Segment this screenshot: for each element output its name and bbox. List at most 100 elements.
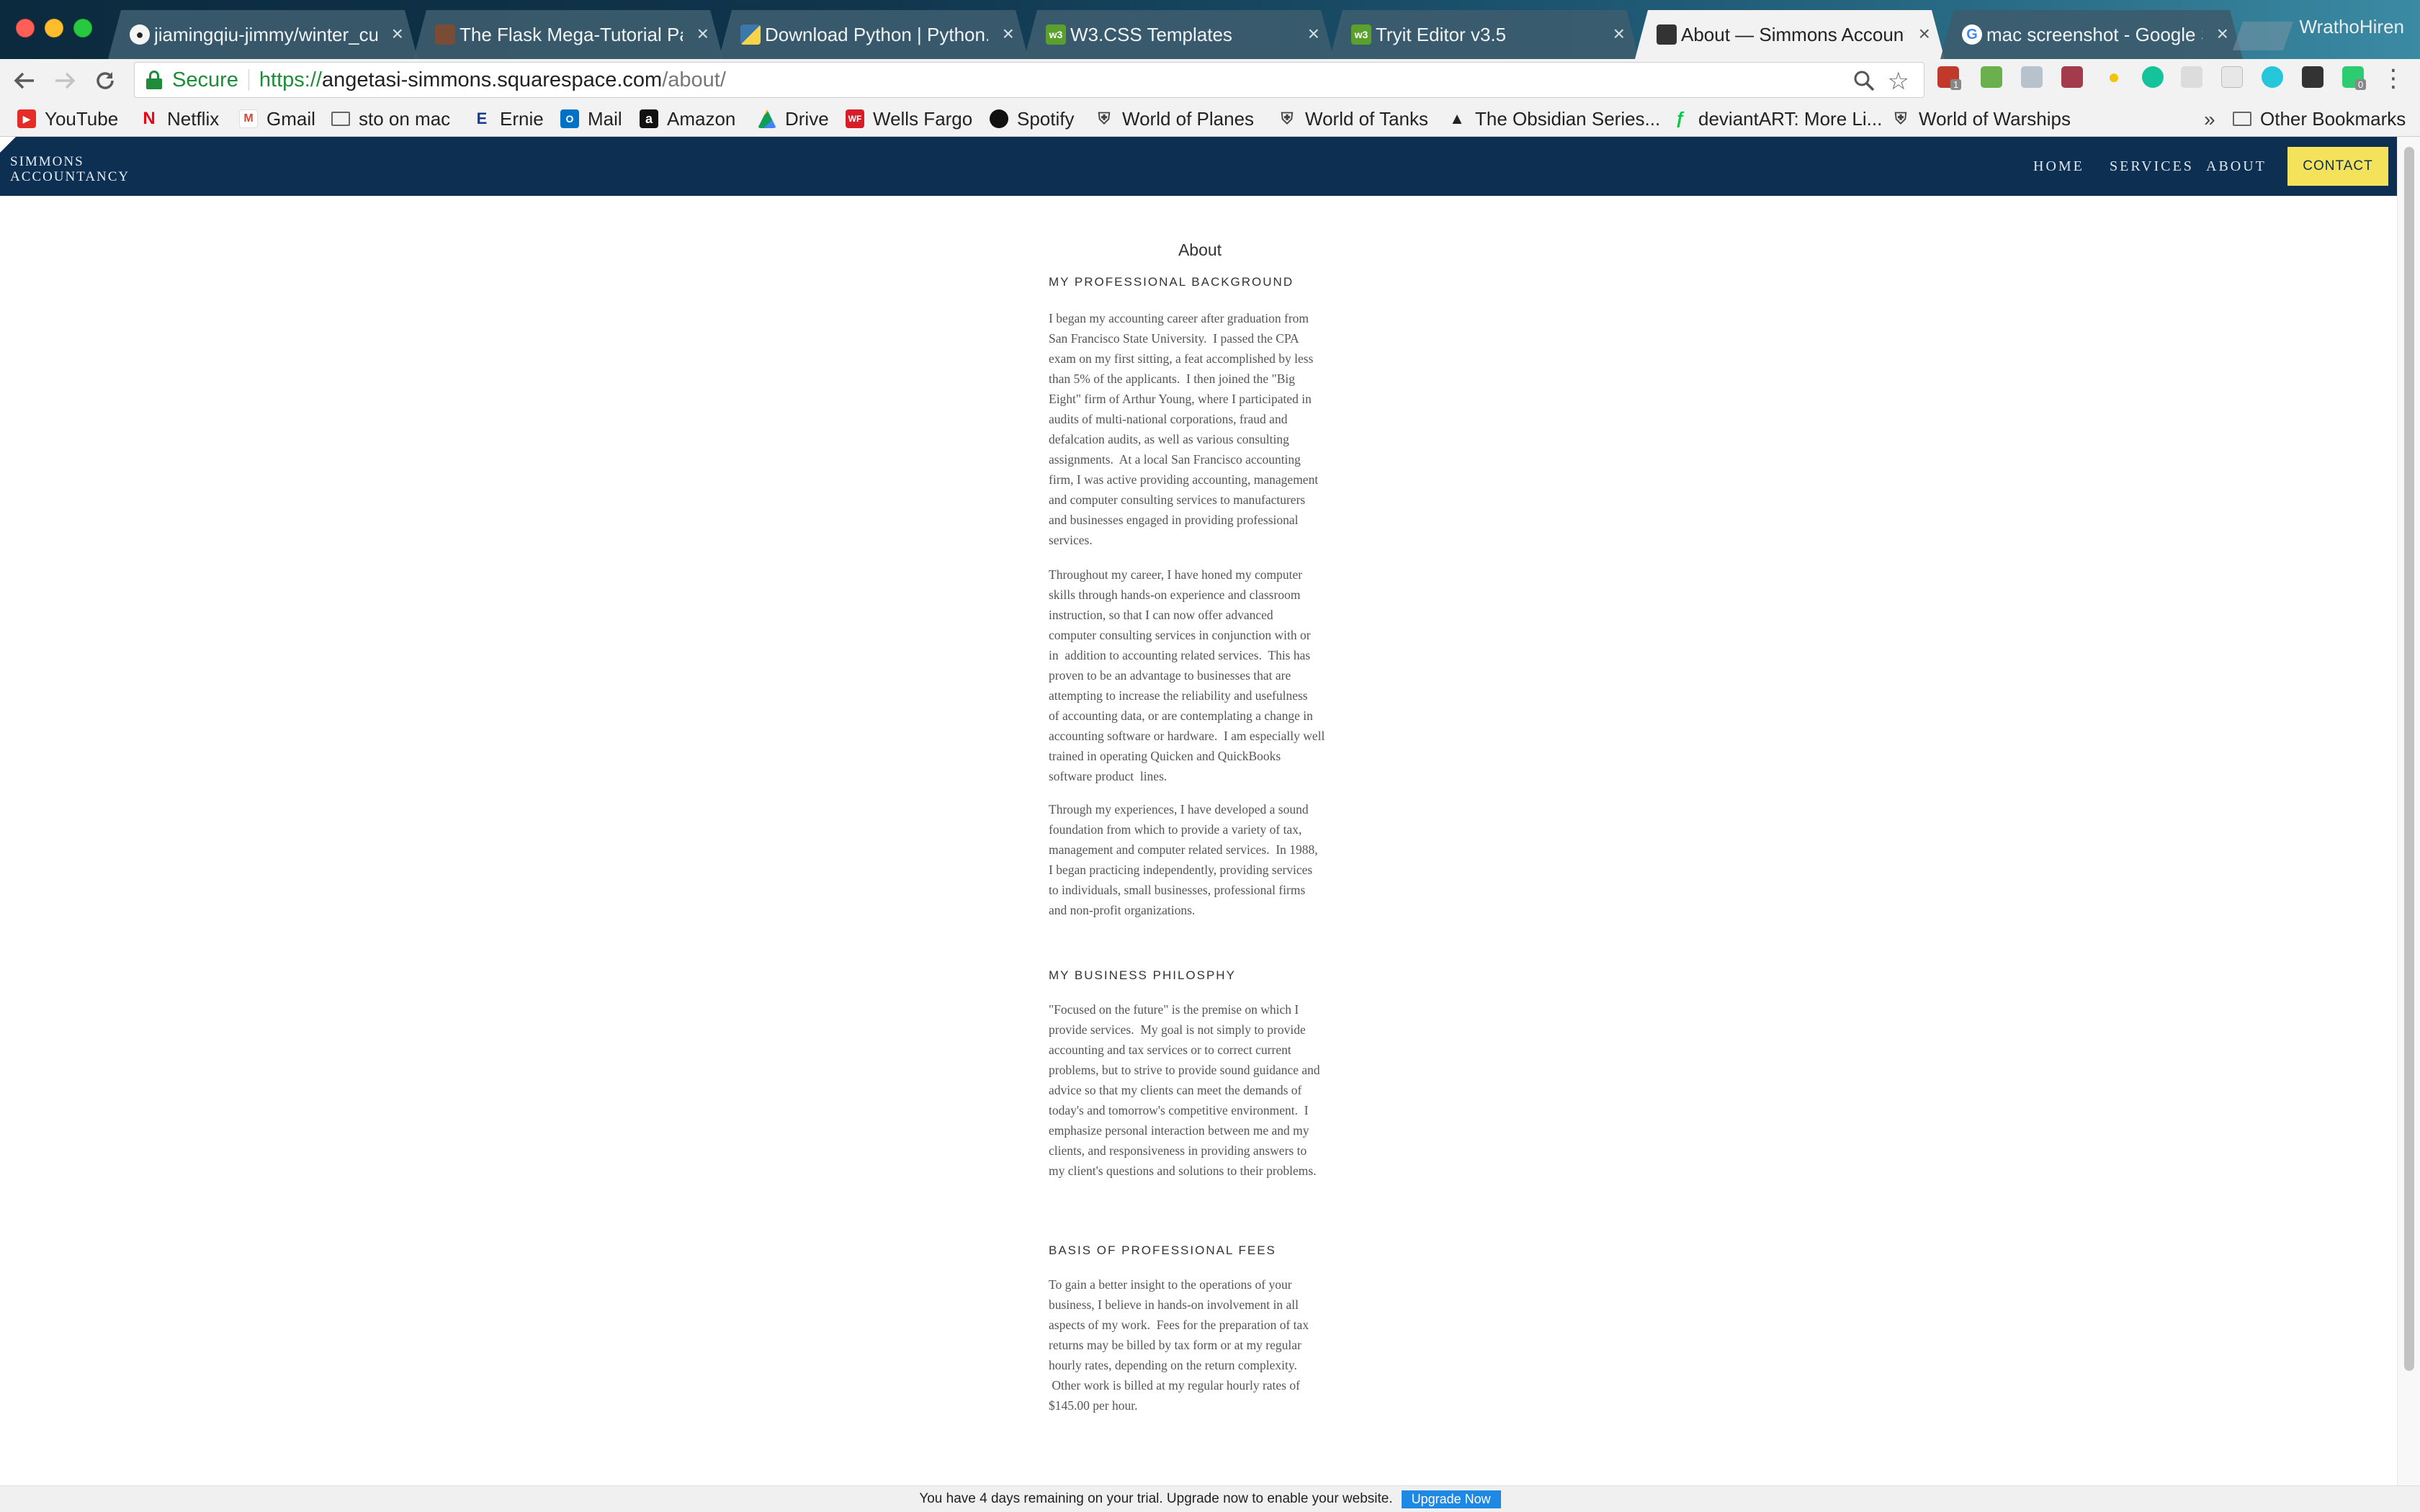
- bookmark-world-of-warships[interactable]: ⛨ World of Warships: [1891, 107, 2071, 131]
- bookmark-amazon[interactable]: a Amazon: [640, 107, 735, 131]
- tab-close-icon[interactable]: ×: [1613, 23, 1625, 45]
- nav-home-link[interactable]: HOME: [2033, 158, 2084, 175]
- python-logo-icon: [740, 24, 761, 45]
- puzzle-extension-icon[interactable]: [2021, 66, 2043, 88]
- paragraph-line: exam on my first sitting, a feat accompl…: [1049, 351, 1314, 366]
- extension-icon[interactable]: [2181, 66, 2202, 88]
- paragraph-line: San Francisco State University. I passed…: [1049, 331, 1299, 346]
- forward-arrow-icon[interactable]: [50, 66, 79, 95]
- bookmark-netflix[interactable]: N Netflix: [140, 107, 219, 131]
- bookmark-label: The Obsidian Series...: [1475, 107, 1661, 130]
- bookmark-ernie[interactable]: E Ernie: [472, 107, 544, 131]
- tab-github[interactable]: ● jiamingqiu-jimmy/winter_cu ×: [108, 10, 418, 59]
- contact-button[interactable]: CONTACT: [2287, 147, 2388, 186]
- bookmark-spotify[interactable]: Spotify: [990, 107, 1075, 131]
- secure-label[interactable]: Secure: [172, 68, 238, 92]
- paragraph: I began my accounting career after gradu…: [1049, 308, 1351, 550]
- address-bar[interactable]: Secure https:// angetasi-simmons.squares…: [134, 62, 1924, 98]
- paragraph-line: services.: [1049, 533, 1093, 547]
- bookmark-label: Mail: [588, 107, 622, 130]
- site-header: SIMMONS ACCOUNTANCY HOME SERVICES ABOUT …: [0, 137, 2397, 196]
- tab-python-download[interactable]: Download Python | Python. ×: [719, 10, 1028, 59]
- bookmark-world-of-tanks[interactable]: ⛨ World of Tanks: [1278, 107, 1428, 131]
- medium-icon[interactable]: [2302, 66, 2323, 88]
- flim-extension-icon[interactable]: [2061, 66, 2083, 88]
- tab-w3css-templates[interactable]: w3 W3.CSS Templates ×: [1024, 10, 1334, 59]
- lightbulb-icon[interactable]: ●: [2103, 66, 2125, 88]
- paragraph-line: and businesses engaged in providing prof…: [1049, 513, 1299, 527]
- tab-close-icon[interactable]: ×: [392, 23, 403, 45]
- tab-google-search[interactable]: G mac screenshot - Google S ×: [1940, 10, 2243, 59]
- tab-close-icon[interactable]: ×: [1919, 23, 1930, 45]
- paragraph-line: proven to be an advantage to businesses …: [1049, 668, 1291, 683]
- image-extension-icon[interactable]: [2221, 66, 2243, 88]
- logo-line: ACCOUNTANCY: [10, 169, 130, 184]
- tab-flask-tutorial[interactable]: The Flask Mega-Tutorial Pa ×: [413, 10, 723, 59]
- new-tab-button[interactable]: [2233, 22, 2293, 50]
- window-zoom-button[interactable]: [73, 19, 92, 37]
- paragraph: To gain a better insight to the operatio…: [1049, 1274, 1351, 1416]
- window-close-button[interactable]: [16, 19, 35, 37]
- profile-name[interactable]: WrathoHiren: [2300, 16, 2404, 38]
- w3schools-icon: w3: [1046, 24, 1066, 45]
- bookmark-mail[interactable]: O Mail: [560, 107, 622, 131]
- bookmark-youtube[interactable]: ▶ YouTube: [17, 107, 118, 131]
- bookmarks-overflow-chevron-icon[interactable]: »: [2204, 108, 2215, 131]
- paragraph-line: assignments. At a local San Francisco ac…: [1049, 452, 1301, 467]
- bookmarks-bar: ▶ YouTube N Netflix M Gmail sto on mac E Ern…: [0, 101, 2420, 137]
- grammarly-icon[interactable]: [2142, 66, 2164, 88]
- kebab-menu-icon[interactable]: ⋮: [2381, 66, 2406, 91]
- section-heading-background: MY PROFESSIONAL BACKGROUND: [1049, 275, 1294, 289]
- magnifier-icon[interactable]: [1853, 70, 1875, 91]
- url-host: angetasi-simmons.squarespace.com: [321, 68, 663, 91]
- browser-tab-strip: ● jiamingqiu-jimmy/winter_cu × The Flask…: [0, 0, 2420, 59]
- bookmark-label: YouTube: [45, 107, 119, 130]
- paragraph-line: accounting and tax services or to correc…: [1049, 1043, 1291, 1057]
- paragraph-line: business, I believe in hands-on involvem…: [1049, 1297, 1299, 1312]
- tab-close-icon[interactable]: ×: [697, 23, 709, 45]
- spotify-icon: [990, 109, 1008, 128]
- paragraph-line: defalcation audits, as well as various c…: [1049, 432, 1289, 446]
- back-arrow-icon[interactable]: [10, 66, 39, 95]
- window-minimize-button[interactable]: [45, 19, 63, 37]
- bookmark-label: Other Bookmarks: [2260, 107, 2406, 130]
- feedly-extension-icon[interactable]: [1981, 66, 2002, 88]
- page-title: About: [1178, 240, 1222, 259]
- tab-simmons-about[interactable]: About — Simmons Account ×: [1635, 10, 1945, 59]
- momentum-icon[interactable]: [2262, 66, 2283, 88]
- page-scrollbar-thumb[interactable]: [2404, 147, 2414, 1371]
- bookmark-label: deviantART: More Li...: [1698, 107, 1883, 130]
- paragraph-line: emphasize personal interaction between m…: [1049, 1123, 1309, 1138]
- wargaming-icon: ⛨: [1894, 109, 1907, 127]
- bookmark-other-bookmarks[interactable]: Other Bookmarks: [2233, 107, 2406, 131]
- edit-mode-corner[interactable]: [0, 137, 16, 153]
- site-logo[interactable]: SIMMONS ACCOUNTANCY: [10, 154, 130, 184]
- bookmark-deviantart[interactable]: ƒ deviantART: More Li...: [1671, 107, 1882, 131]
- paragraph-line: I began my accounting career after gradu…: [1049, 311, 1309, 325]
- bookmark-world-of-planes[interactable]: ⛨ World of Planes: [1095, 107, 1254, 131]
- upgrade-now-button[interactable]: Upgrade Now: [1401, 1490, 1501, 1508]
- bookmark-wells-fargo[interactable]: WF Wells Fargo: [846, 107, 972, 131]
- bookmark-gmail[interactable]: M Gmail: [239, 107, 315, 131]
- tab-close-icon[interactable]: ×: [2217, 23, 2228, 45]
- tab-close-icon[interactable]: ×: [1308, 23, 1319, 45]
- bookmark-obsidian-series[interactable]: ▲ The Obsidian Series...: [1448, 107, 1660, 131]
- tab-tryit-editor[interactable]: w3 Tryit Editor v3.5 ×: [1330, 10, 1639, 59]
- tab-title: About — Simmons Account: [1681, 23, 1904, 45]
- bookmark-drive[interactable]: Drive: [758, 107, 829, 131]
- nav-about-link[interactable]: ABOUT: [2206, 158, 2267, 175]
- url-path: /about/: [662, 68, 726, 91]
- youtube-icon: ▶: [17, 109, 36, 128]
- bookmark-folder-sto-on-mac[interactable]: sto on mac: [331, 107, 450, 131]
- bookmark-star-icon[interactable]: ☆: [1888, 67, 1909, 96]
- paragraph-line: $145.00 per hour.: [1049, 1398, 1138, 1413]
- lock-icon[interactable]: [146, 71, 162, 89]
- bookmark-label: sto on mac: [359, 107, 451, 130]
- tab-title: Download Python | Python.: [765, 23, 988, 45]
- tab-close-icon[interactable]: ×: [1003, 23, 1014, 45]
- dragon-icon: ▲: [1449, 109, 1465, 127]
- google-g-icon: G: [1962, 24, 1982, 45]
- reload-icon[interactable]: [91, 66, 120, 95]
- section-heading-fees: BASIS OF PROFESSIONAL FEES: [1049, 1243, 1276, 1257]
- nav-services-link[interactable]: SERVICES: [2110, 158, 2194, 175]
